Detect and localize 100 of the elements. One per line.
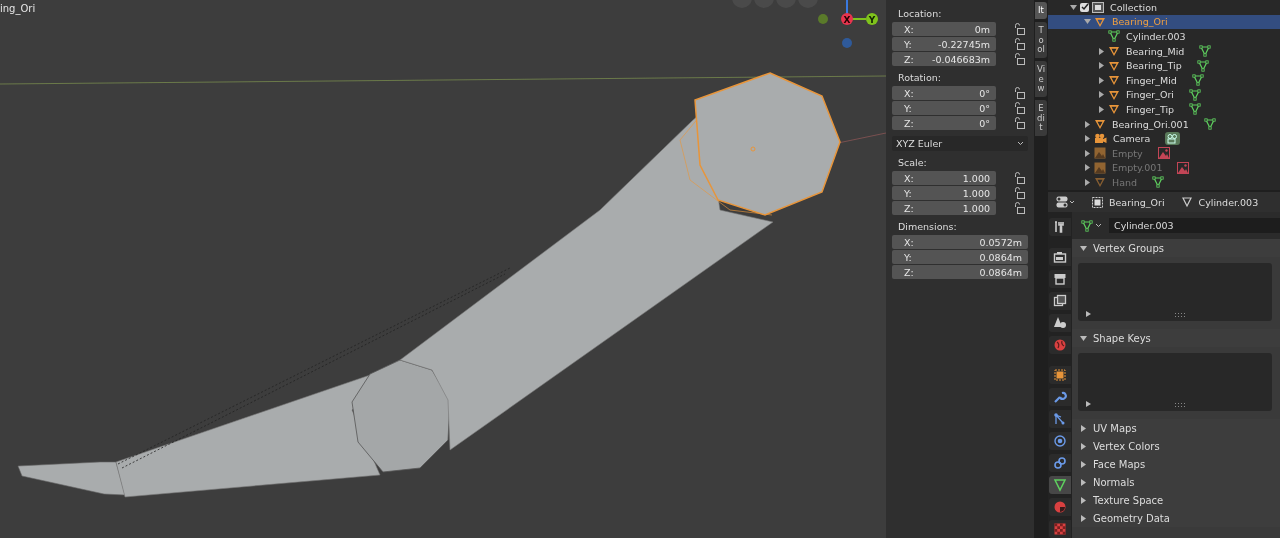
properties-tab[interactable] — [1049, 454, 1071, 472]
outliner-row[interactable]: Finger_Ori — [1048, 87, 1280, 103]
number-field[interactable]: Z: -0.046683m — [892, 52, 996, 66]
y-axis-line — [851, 18, 867, 20]
outliner-row[interactable]: Bearing_Tip — [1048, 58, 1280, 73]
section-title: Rotation: — [897, 71, 942, 85]
sidebar-tab[interactable]: View — [1034, 61, 1048, 98]
unlocked-padlock-icon[interactable] — [1014, 102, 1025, 114]
properties-tab[interactable] — [1049, 476, 1071, 494]
checker-icon — [1053, 522, 1067, 536]
z-axis-line — [846, 0, 848, 15]
properties-tab[interactable] — [1049, 314, 1071, 332]
cone-sphere-icon — [1053, 316, 1067, 330]
unlocked-padlock-icon[interactable] — [1014, 202, 1025, 214]
rotation-mode-dropdown[interactable]: XYZ Euler — [892, 136, 1028, 151]
collapsed-arrow-icon[interactable] — [1098, 76, 1105, 84]
number-field[interactable]: Y: 1.000 — [892, 186, 996, 200]
orbit-icon — [1053, 434, 1067, 448]
collapsed-arrow-icon[interactable] — [1084, 135, 1091, 143]
outliner-row[interactable]: Finger_Mid — [1048, 72, 1280, 88]
negative-y-axis-dot[interactable] — [818, 14, 828, 24]
object-name: Finger_Tip — [1126, 103, 1175, 115]
resize-grip-icon[interactable] — [1175, 313, 1185, 317]
outliner-row[interactable]: Bearing_Ori.001 — [1048, 116, 1280, 132]
object-name: Bearing_Ori — [1112, 16, 1168, 28]
mesh-triangle-icon — [1081, 219, 1093, 232]
outliner-row[interactable]: Bearing_Ori — [1048, 14, 1280, 30]
properties-tab[interactable] — [1049, 270, 1071, 288]
outliner-row[interactable]: Bearing_Mid — [1048, 43, 1280, 59]
checkbox[interactable] — [1080, 2, 1089, 12]
outliner-row[interactable]: Camera — [1048, 131, 1280, 146]
unlocked-padlock-icon[interactable] — [1014, 172, 1025, 184]
outliner-row[interactable]: Cylinder.003 — [1048, 29, 1280, 44]
triangle-icon — [1108, 59, 1120, 72]
unlocked-padlock-icon[interactable] — [1014, 53, 1025, 65]
collapsed-arrow-icon[interactable] — [1098, 47, 1105, 55]
properties-tab[interactable] — [1049, 248, 1071, 266]
outliner-row[interactable]: Finger_Tip — [1048, 102, 1280, 117]
expanded-arrow-icon[interactable] — [1070, 3, 1077, 11]
triangle-icon — [1094, 15, 1106, 28]
resize-grip-icon[interactable] — [1175, 403, 1185, 407]
picture-icon — [1094, 161, 1106, 174]
unlocked-padlock-icon[interactable] — [1014, 23, 1025, 35]
triangle-icon — [1108, 74, 1120, 87]
outliner-row[interactable]: Collection — [1048, 0, 1280, 15]
unlocked-padlock-icon[interactable] — [1014, 187, 1025, 199]
y-axis-handle[interactable]: Y — [866, 13, 878, 25]
object-name: Finger_Mid — [1126, 74, 1177, 86]
triangle-icon — [1108, 88, 1120, 101]
properties-tab[interactable] — [1049, 218, 1071, 236]
properties-tab[interactable] — [1049, 366, 1071, 384]
sphere-icon — [1053, 500, 1067, 514]
mesh-name-field[interactable]: Cylinder.003 — [1109, 218, 1280, 233]
collapsed-arrow-icon[interactable] — [1098, 91, 1105, 99]
camera-icon — [1094, 133, 1107, 145]
number-field[interactable]: Z: 0° — [892, 116, 996, 130]
properties-tab[interactable] — [1049, 292, 1071, 310]
number-field[interactable]: Y: -0.22745m — [892, 37, 996, 51]
properties-tab[interactable] — [1049, 388, 1071, 406]
mesh-triangle-icon — [1191, 74, 1204, 87]
properties-tab[interactable] — [1049, 410, 1071, 428]
mesh-triangle-icon — [1196, 59, 1209, 72]
collapsed-arrow-icon[interactable] — [1098, 62, 1105, 70]
number-field[interactable]: Y: 0.0864m — [892, 250, 1028, 264]
sidebar-tab[interactable]: Tool — [1034, 22, 1048, 59]
unlocked-padlock-icon[interactable] — [1014, 38, 1025, 50]
sidebar-tab[interactable]: Edit — [1034, 100, 1048, 137]
collapsed-arrow-icon[interactable] — [1086, 311, 1092, 317]
object-name: Collection — [1110, 1, 1157, 13]
number-field[interactable]: Y: 0° — [892, 101, 996, 115]
triangle-icon — [1094, 176, 1106, 189]
x-axis-handle[interactable]: X — [841, 13, 853, 25]
collapsed-arrow-icon — [1080, 424, 1087, 432]
expanded-arrow-icon — [1080, 334, 1087, 342]
editor-type-icon[interactable] — [1056, 196, 1076, 208]
number-field[interactable]: X: 0.0572m — [892, 235, 1028, 249]
tools-icon — [1053, 220, 1067, 234]
number-field[interactable]: X: 1.000 — [892, 171, 996, 185]
number-field[interactable]: Z: 0.0864m — [892, 265, 1028, 279]
number-field[interactable]: Z: 1.000 — [892, 201, 996, 215]
number-field[interactable]: X: 0m — [892, 22, 996, 36]
properties-tab[interactable] — [1049, 432, 1071, 450]
triangle-icon — [1108, 45, 1120, 58]
section-title: Location: — [897, 7, 943, 21]
number-field[interactable]: X: 0° — [892, 86, 996, 100]
collapsed-arrow-icon[interactable] — [1084, 120, 1091, 128]
unlocked-padlock-icon[interactable] — [1014, 87, 1025, 99]
collapsed-arrow-icon[interactable] — [1098, 105, 1105, 113]
mesh-triangle-icon — [1189, 88, 1201, 101]
object-name: Bearing_Ori.001 — [1112, 118, 1189, 130]
wrench-icon — [1053, 390, 1067, 404]
sidebar-tab[interactable]: It — [1034, 2, 1048, 20]
expanded-arrow-icon — [1080, 244, 1087, 252]
negative-z-axis-dot[interactable] — [842, 38, 852, 48]
images-icon — [1053, 294, 1067, 308]
unlocked-padlock-icon[interactable] — [1014, 117, 1025, 129]
expanded-arrow-icon[interactable] — [1084, 18, 1091, 26]
object-name: Bearing_Tip — [1126, 60, 1182, 72]
collapsed-arrow-icon[interactable] — [1086, 401, 1092, 407]
section-title: Dimensions: — [897, 220, 958, 234]
